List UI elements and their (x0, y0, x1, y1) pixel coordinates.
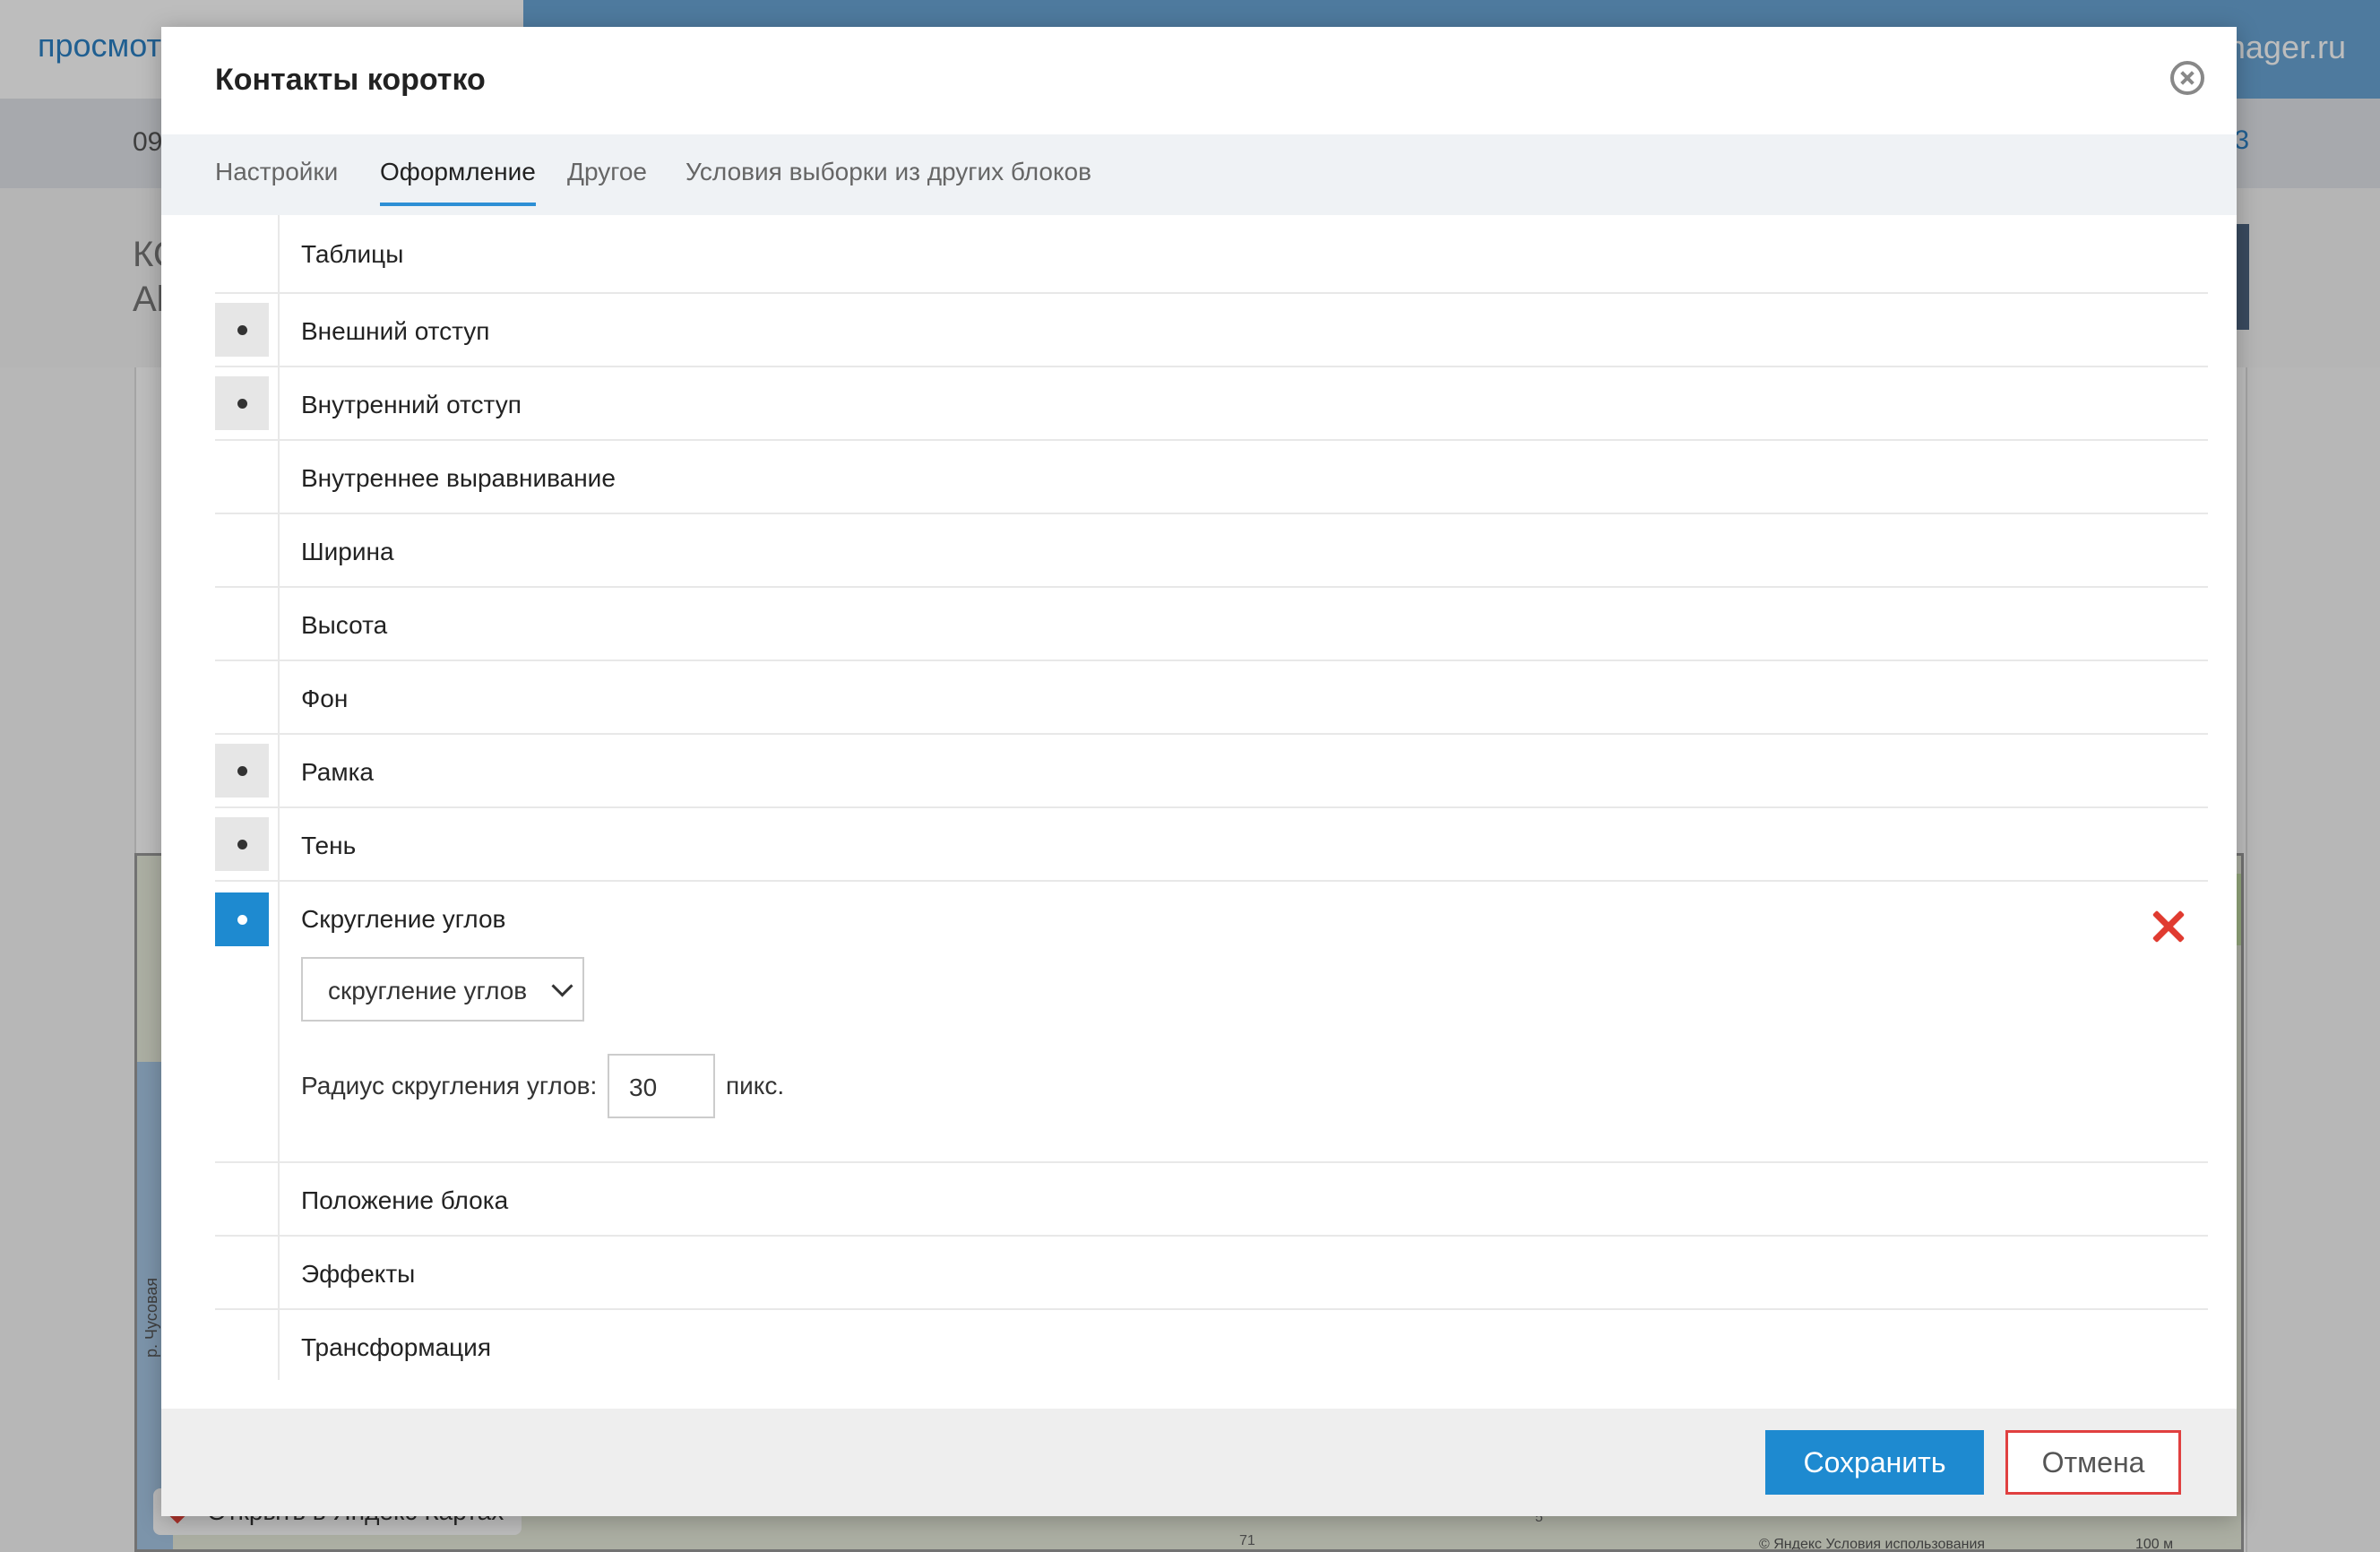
option-row-tables: Таблицы (215, 215, 2208, 294)
option-label[interactable]: Трансформация (301, 1333, 491, 1362)
option-label[interactable]: Эффекты (301, 1260, 415, 1289)
chevron-down-icon (551, 975, 573, 997)
modal-header: Контакты коротко (161, 27, 2237, 134)
option-row-width: Ширина (215, 514, 2208, 588)
option-row-transform: Трансформация (215, 1310, 2208, 1380)
option-label[interactable]: Тень (301, 832, 356, 860)
tab-appearance[interactable]: Оформление (380, 158, 536, 206)
modal-title: Контакты коротко (215, 63, 486, 97)
option-row-block-position: Положение блока (215, 1163, 2208, 1237)
remove-icon[interactable] (2151, 909, 2186, 944)
cancel-button[interactable]: Отмена (2005, 1430, 2181, 1495)
row-toggle-column (215, 1310, 280, 1380)
row-toggle-column (215, 1237, 280, 1308)
option-row-shadow: Тень (215, 808, 2208, 882)
option-label[interactable]: Внутренний отступ (301, 391, 522, 419)
row-toggle-column (215, 514, 280, 586)
option-row-height: Высота (215, 588, 2208, 661)
option-row-inner-alignment: Внутреннее выравнивание (215, 441, 2208, 514)
option-label[interactable]: Скругление углов (301, 905, 505, 934)
option-label[interactable]: Высота (301, 611, 387, 640)
row-toggle-column (215, 661, 280, 733)
rounding-mode-value: скругление углов (328, 977, 528, 1004)
option-label[interactable]: Ширина (301, 538, 394, 566)
tab-other[interactable]: Другое (567, 158, 647, 203)
option-row-border-radius: Скругление углов скругление углов Радиус… (215, 882, 2208, 1163)
option-row-background: Фон (215, 661, 2208, 735)
radius-unit: пикс. (726, 1072, 785, 1099)
tab-selection-conditions[interactable]: Условия выборки из других блоков (686, 158, 1091, 203)
toggle-bullet-icon[interactable] (215, 817, 269, 871)
radius-value: 30 (629, 1073, 658, 1101)
tab-settings[interactable]: Настройки (215, 158, 338, 203)
toggle-bullet-icon[interactable] (215, 376, 269, 430)
option-label[interactable]: Рамка (301, 758, 374, 787)
option-label[interactable]: Фон (301, 685, 348, 713)
modal-tabs: Настройки Оформление Другое Условия выбо… (161, 134, 2237, 215)
toggle-bullet-icon[interactable] (215, 303, 269, 357)
toggle-bullet-icon-active[interactable] (215, 892, 269, 946)
rounding-mode-select[interactable]: скругление углов (301, 957, 584, 1022)
option-row-border: Рамка (215, 735, 2208, 808)
row-toggle-column (215, 1163, 280, 1235)
close-icon[interactable] (2170, 61, 2204, 95)
option-row-effects: Эффекты (215, 1237, 2208, 1310)
option-label[interactable]: Положение блока (301, 1186, 508, 1215)
option-row-inner-padding: Внутренний отступ (215, 367, 2208, 441)
option-label[interactable]: Таблицы (301, 240, 403, 269)
appearance-options-list: Таблицы Внешний отступ Внутренний отступ… (215, 215, 2208, 1380)
row-toggle-column (215, 588, 280, 660)
toggle-bullet-icon[interactable] (215, 744, 269, 798)
modal-footer: Сохранить Отмена (161, 1409, 2237, 1516)
block-settings-modal: Контакты коротко Настройки Оформление Др… (161, 27, 2237, 1516)
option-label[interactable]: Внешний отступ (301, 317, 489, 346)
radius-input[interactable]: 30 (608, 1054, 715, 1118)
row-toggle-column (215, 441, 280, 513)
option-label[interactable]: Внутреннее выравнивание (301, 464, 616, 493)
row-toggle-column (215, 215, 280, 292)
option-row-outer-margin: Внешний отступ (215, 294, 2208, 367)
radius-label: Радиус скругления углов: (301, 1072, 598, 1099)
save-button[interactable]: Сохранить (1765, 1430, 1984, 1495)
